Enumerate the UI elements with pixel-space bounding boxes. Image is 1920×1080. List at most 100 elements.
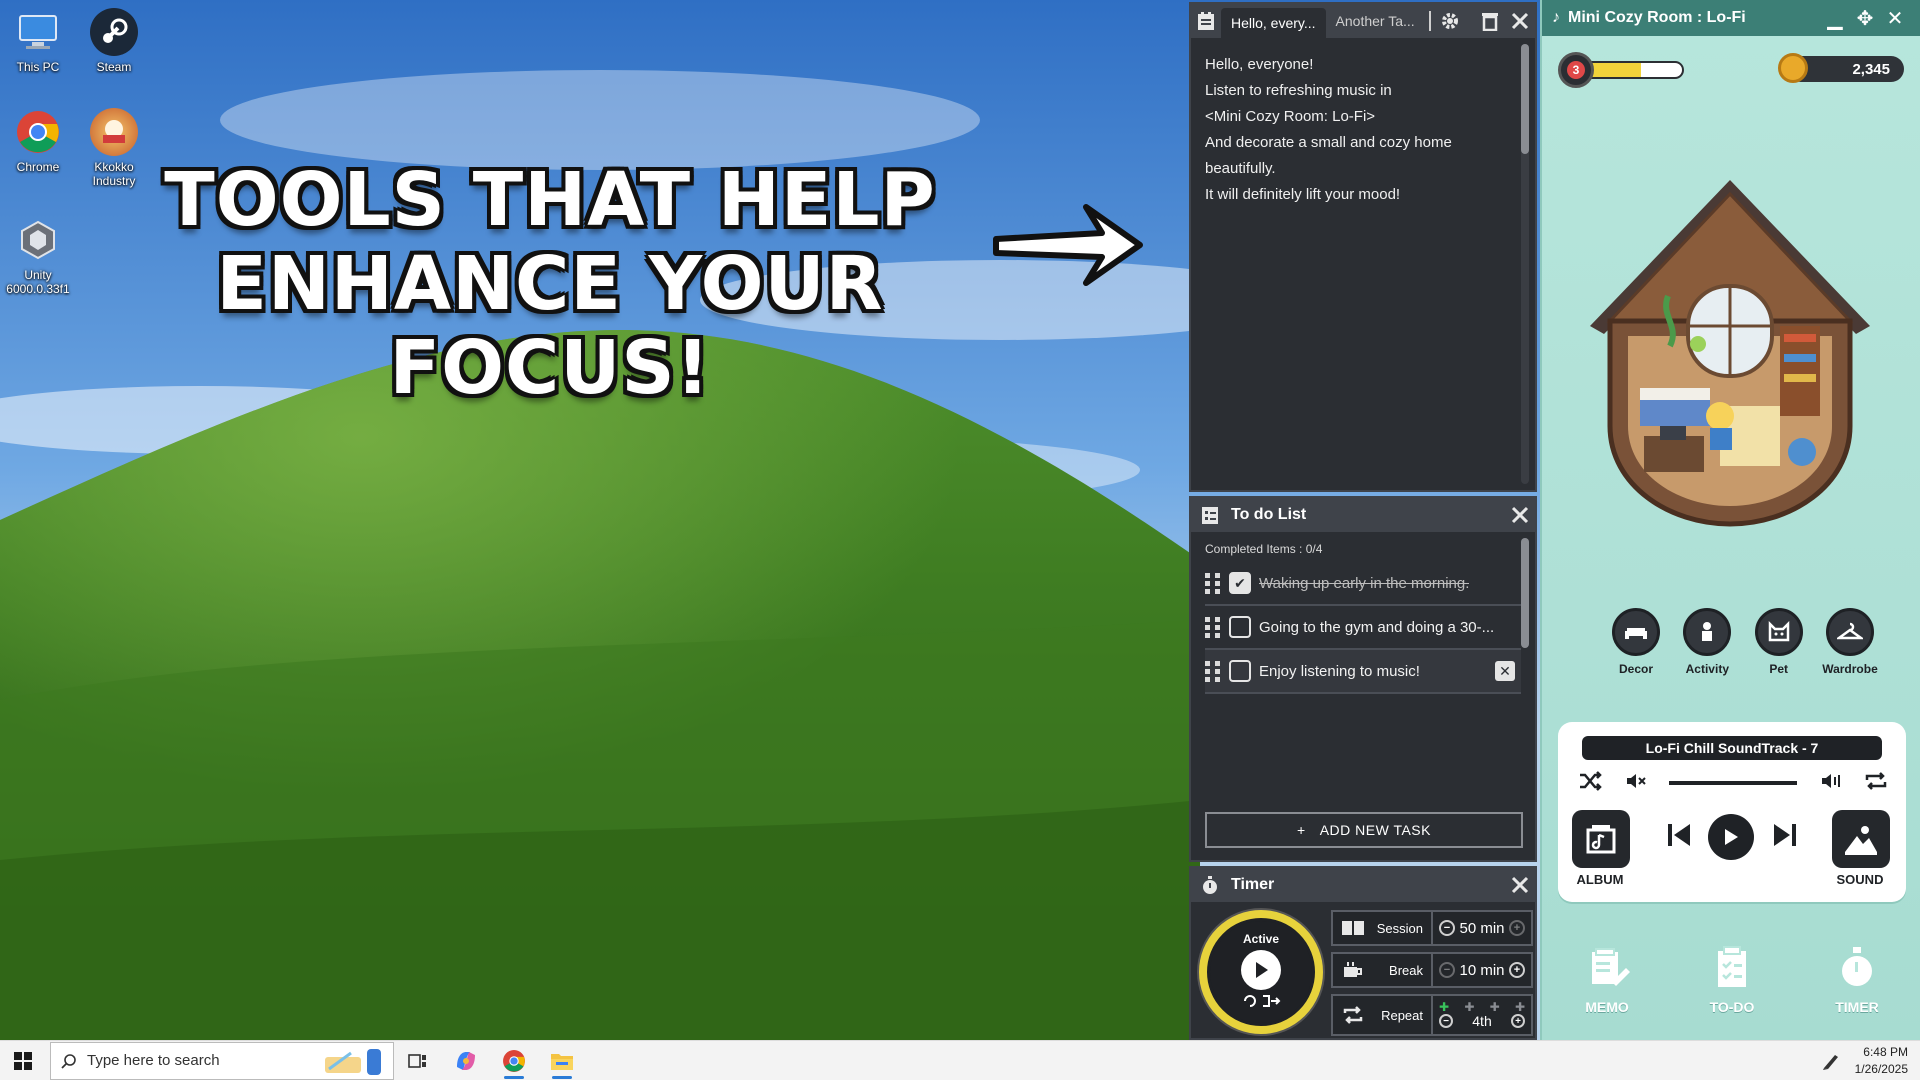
memo-scrollbar[interactable] [1521,44,1529,484]
desktop-icon-unity[interactable]: Unity 6000.0.33f1 [0,216,76,296]
shuffle-icon[interactable] [1578,770,1602,796]
todo-titlebar: To do List [1191,498,1535,532]
sound-label: SOUND [1836,872,1884,887]
taskbar-search[interactable]: Type here to search [50,1041,394,1080]
memo-tab-1[interactable]: Hello, every... [1221,8,1326,38]
memo-scroll-thumb[interactable] [1521,44,1529,154]
decrease-break-icon[interactable]: − [1439,962,1455,978]
person-icon [1683,608,1732,656]
increase-session-icon[interactable]: + [1509,920,1525,936]
tab-divider [1428,11,1431,31]
file-explorer-icon[interactable] [538,1041,586,1080]
wardrobe-button[interactable]: Wardrobe [1822,608,1878,676]
task-checkbox[interactable] [1229,660,1251,682]
timer-dial[interactable]: Active [1199,910,1323,1034]
next-track-icon[interactable] [1770,822,1798,853]
memo-nav-label: MEMO [1585,999,1629,1015]
chrome-taskbar-icon[interactable] [490,1041,538,1080]
decor-label: Decor [1618,662,1653,676]
play-icon[interactable] [1241,949,1281,990]
todo-scrollbar[interactable] [1521,538,1529,648]
desktop-icon-chrome[interactable]: Chrome [0,108,76,174]
album-button[interactable] [1572,810,1630,868]
close-icon[interactable] [1505,870,1535,900]
level-indicator: 3 [1558,52,1684,88]
drag-handle-icon[interactable] [1205,572,1221,594]
pen-tray-icon[interactable] [1821,1051,1841,1071]
kkokko-icon [90,108,138,156]
break-row: Break − 10 min + [1331,952,1533,988]
promo-line-2: ENHANCE YOUR FOCUS! [216,241,884,411]
memo-text-area[interactable]: Hello, everyone! Listen to refreshing mu… [1191,38,1535,222]
promo-headline: TOOLS THAT HELP ENHANCE YOUR FOCUS! [110,158,990,410]
windows-start-icon[interactable] [0,1041,46,1080]
volume-max-icon[interactable] [1820,772,1842,795]
memo-nav-button[interactable]: MEMO [1562,944,1652,1015]
break-value-cell: − 10 min + [1433,962,1531,979]
cat-icon [1754,608,1803,656]
activity-button[interactable]: Activity [1679,608,1735,676]
hanger-icon [1825,608,1874,656]
unity-icon [14,216,62,264]
add-new-task-button[interactable]: + ADD NEW TASK [1205,812,1523,848]
desktop-icon-steam[interactable]: Steam [76,8,152,74]
desktop-icon-this-pc[interactable]: This PC [0,8,76,74]
task-item[interactable]: Enjoy listening to music! ✕ [1205,650,1521,694]
break-label-cell: Break [1333,954,1433,986]
delete-task-icon[interactable]: ✕ [1495,661,1515,681]
music-player: Lo-Fi Chill SoundTrack - 7 ALBUM SOUND [1558,722,1906,902]
decrease-session-icon[interactable]: − [1439,920,1455,936]
drag-handle-icon[interactable] [1205,616,1221,638]
cozy-room-window: ♪ Mini Cozy Room : Lo-Fi ▁ ✥ ✕ 3 2,345 D… [1540,0,1920,1040]
repeat-row: Repeat ✚ ✚ ✚ ✚ − 4th + [1331,994,1533,1036]
todo-scroll-thumb[interactable] [1521,538,1529,648]
minimize-icon[interactable]: ▁ [1820,6,1850,31]
timer-nav-button[interactable]: TIMER [1812,944,1902,1015]
timer-status: Active [1242,931,1280,946]
checklist-icon [1195,500,1225,530]
resize-icon[interactable]: ✥ [1850,6,1880,31]
system-tray: 6:48 PM 1/26/2025 [1821,1041,1908,1080]
increase-repeat-icon[interactable]: + [1511,1014,1525,1028]
previous-track-icon[interactable] [1666,822,1694,853]
trash-icon[interactable] [1475,6,1505,36]
pet-button[interactable]: Pet [1751,608,1807,676]
stopwatch-icon [1195,870,1225,900]
todo-nav-button[interactable]: TO-DO [1687,944,1777,1015]
close-icon[interactable] [1505,6,1535,36]
memo-line: Hello, everyone! [1205,56,1314,73]
stopwatch-icon [1842,947,1872,986]
xp-bar-fill [1590,63,1641,77]
task-item[interactable]: Going to the gym and doing a 30-... [1205,606,1521,650]
settings-gear-icon[interactable] [1435,6,1465,36]
repeat-icon [1343,1006,1363,1024]
clock[interactable]: 6:48 PM 1/26/2025 [1855,1044,1908,1078]
sound-button[interactable] [1832,810,1890,868]
task-item[interactable]: ✔ Waking up early in the morning. [1205,562,1521,606]
task-checkbox[interactable] [1229,616,1251,638]
drag-handle-icon[interactable] [1205,660,1221,682]
copilot-icon[interactable] [442,1041,490,1080]
coffee-icon [1344,962,1362,977]
volume-slider[interactable] [1669,781,1797,785]
mute-icon[interactable] [1625,772,1647,795]
search-placeholder: Type here to search [87,1052,220,1069]
session-label: Session [1376,920,1423,936]
repeat-icon[interactable] [1864,771,1888,796]
album-label: ALBUM [1576,872,1624,887]
task-view-icon[interactable] [394,1041,442,1080]
cozy-house-illustration[interactable] [1570,176,1890,541]
memo-tab-2[interactable]: Another Ta... [1326,6,1425,36]
decrease-repeat-icon[interactable]: − [1439,1014,1453,1028]
skip-icon[interactable] [1241,994,1281,1013]
increase-break-icon[interactable]: + [1509,962,1525,978]
close-icon[interactable] [1505,500,1535,530]
play-icon[interactable] [1708,814,1754,860]
task-text: Enjoy listening to music! [1259,662,1420,680]
close-icon[interactable]: ✕ [1880,6,1910,31]
repeat-value-cell: ✚ ✚ ✚ ✚ − 4th + [1433,999,1531,1031]
task-checkbox[interactable]: ✔ [1229,572,1251,594]
todo-title: To do List [1231,506,1307,523]
decor-button[interactable]: Decor [1608,608,1664,676]
sofa-icon [1612,608,1660,656]
